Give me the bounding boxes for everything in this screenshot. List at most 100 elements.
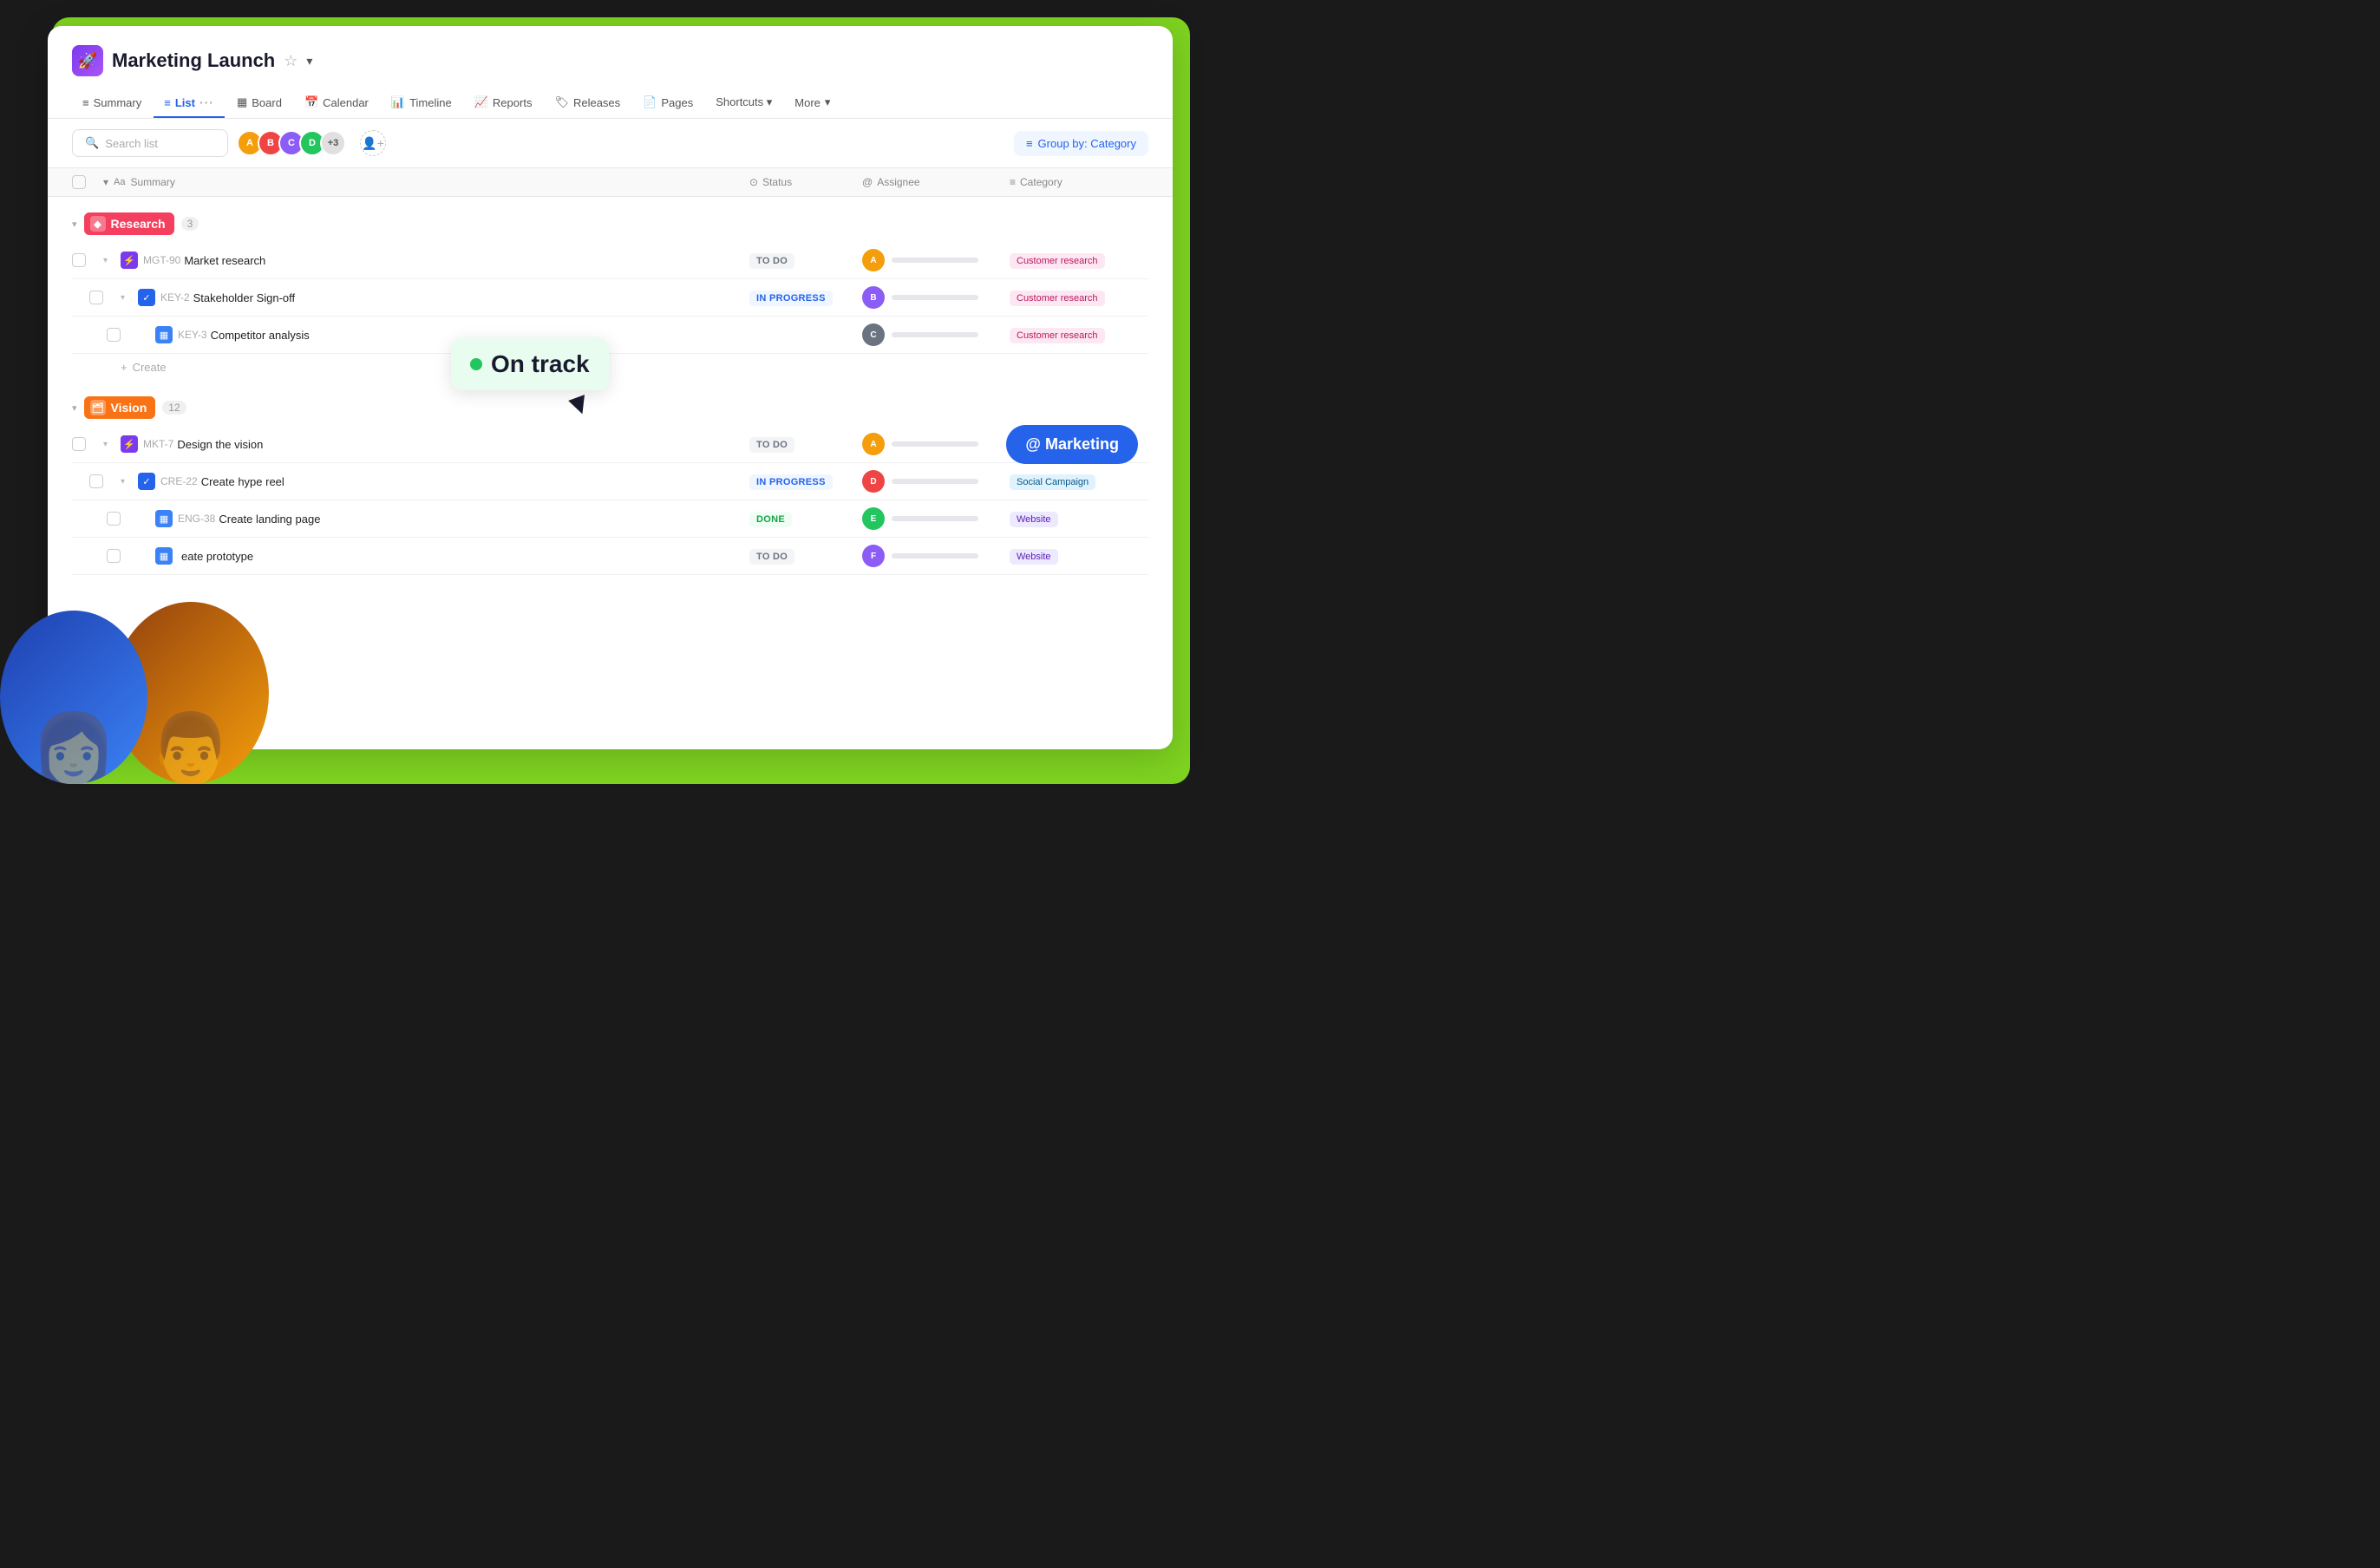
eng38-name[interactable]: Create landing page [219, 513, 749, 526]
tab-calendar[interactable]: 📅 Calendar [294, 88, 379, 118]
tab-releases[interactable]: 🏷 Releases [544, 88, 631, 118]
mkt7-status[interactable]: TO DO [749, 436, 862, 453]
task-row-cre22: ▾ ✓ CRE-22 Create hype reel IN PROGRESS … [72, 463, 1148, 500]
proto-status[interactable]: TO DO [749, 548, 862, 565]
key2-status[interactable]: IN PROGRESS [749, 290, 862, 306]
task-row-mgt90: ▾ ⚡ MGT-90 Market research TO DO A Custo… [72, 242, 1148, 279]
tab-more[interactable]: More ▾ [784, 88, 840, 118]
group-research: ▾ ◆ Research 3 ▾ ⚡ MGT-90 Market researc… [72, 209, 1148, 381]
plus-icon: + [121, 361, 128, 374]
add-person-button[interactable]: 👤+ [360, 130, 386, 156]
cre22-category[interactable]: Social Campaign [1010, 474, 1148, 490]
mkt7-name[interactable]: Design the vision [177, 438, 749, 451]
tab-board[interactable]: ▦ Board [226, 88, 292, 118]
group-vision: ▾ 🗂 Vision 12 ▾ ⚡ MKT-7 Design the visio… [72, 393, 1148, 575]
tab-pages[interactable]: 📄 Pages [632, 88, 703, 118]
eng38-checkbox[interactable] [107, 512, 121, 526]
col-category: ≡ Category [1010, 176, 1148, 188]
dropdown-chevron-icon[interactable]: ▾ [306, 54, 312, 69]
key3-assignee: C [862, 323, 1010, 346]
releases-icon: 🏷 [554, 95, 569, 109]
avatar-group: A B C D +3 [237, 130, 346, 156]
eng38-assignee: E [862, 507, 1010, 530]
star-icon[interactable]: ☆ [284, 52, 298, 70]
cre22-status[interactable]: IN PROGRESS [749, 474, 862, 490]
search-box[interactable]: 🔍 Search list [72, 129, 228, 157]
key3-checkbox[interactable] [107, 328, 121, 342]
timeline-icon: 📊 [391, 95, 405, 109]
ontrack-tooltip: On track [451, 338, 609, 390]
select-all-checkbox[interactable] [72, 175, 86, 189]
reports-icon: 📈 [474, 95, 488, 109]
proto-name[interactable]: eate prototype [181, 550, 749, 563]
tab-summary[interactable]: ≡ Summary [72, 89, 152, 118]
avatar-count[interactable]: +3 [320, 130, 346, 156]
mkt7-expand[interactable]: ▾ [103, 440, 121, 449]
research-create-button[interactable]: + Create [72, 354, 1148, 381]
group-vision-header: ▾ 🗂 Vision 12 [72, 393, 1148, 422]
group-research-header: ▾ ◆ Research 3 [72, 209, 1148, 238]
assignee-col-icon: @ [862, 176, 873, 188]
key2-name[interactable]: Stakeholder Sign-off [193, 291, 749, 304]
mgt90-icon: ⚡ [121, 252, 138, 269]
cre22-assignee: D [862, 470, 1010, 493]
tab-reports[interactable]: 📈 Reports [464, 88, 543, 118]
group-vision-badge: 🗂 Vision [84, 396, 156, 419]
key2-bar [892, 295, 978, 300]
key2-id: KEY-2 [160, 291, 190, 304]
eng38-status[interactable]: DONE [749, 511, 862, 527]
cre22-name[interactable]: Create hype reel [201, 475, 749, 488]
app-icon: 🚀 [72, 45, 103, 76]
cre22-avatar: D [862, 470, 885, 493]
proto-checkbox[interactable] [107, 549, 121, 563]
list-icon: ≡ [164, 96, 171, 109]
key3-category[interactable]: Customer research [1010, 327, 1148, 343]
aa-icon: Aa [114, 177, 125, 187]
rocket-icon: 🚀 [78, 52, 97, 70]
search-placeholder: Search list [105, 137, 158, 150]
mgt90-status[interactable]: TO DO [749, 252, 862, 269]
tab-timeline[interactable]: 📊 Timeline [381, 88, 462, 118]
tab-shortcuts[interactable]: Shortcuts ▾ [705, 88, 782, 118]
mgt90-assignee: A [862, 249, 1010, 271]
group-vision-toggle[interactable]: ▾ [72, 402, 77, 414]
research-count: 3 [181, 217, 199, 231]
mgt90-checkbox[interactable] [72, 253, 86, 267]
group-research-toggle[interactable]: ▾ [72, 219, 77, 230]
proto-avatar: F [862, 545, 885, 567]
mkt7-avatar: A [862, 433, 885, 455]
cre22-checkbox[interactable] [89, 474, 103, 488]
mgt90-name[interactable]: Market research [184, 254, 749, 267]
eng38-category[interactable]: Website [1010, 511, 1148, 527]
mgt90-expand[interactable]: ▾ [103, 256, 121, 265]
col-summary: ▾ Aa Summary [103, 176, 749, 188]
ontrack-dot [470, 358, 482, 370]
proto-icon: ▦ [155, 547, 173, 565]
task-row-prototype: ▦ eate prototype TO DO F Website [72, 538, 1148, 575]
mkt7-assignee: A [862, 433, 1010, 455]
key2-assignee: B [862, 286, 1010, 309]
search-icon: 🔍 [85, 136, 99, 150]
key2-checkbox[interactable] [89, 291, 103, 304]
eng38-avatar: E [862, 507, 885, 530]
group-by-button[interactable]: ≡ Group by: Category [1014, 131, 1148, 156]
proto-category[interactable]: Website [1010, 548, 1148, 565]
key3-icon: ▦ [155, 326, 173, 343]
tab-list[interactable]: ≡ List ··· [154, 88, 225, 118]
mgt90-category[interactable]: Customer research [1010, 252, 1148, 269]
mgt90-avatar: A [862, 249, 885, 271]
key2-category[interactable]: Customer research [1010, 290, 1148, 306]
header-top: 🚀 Marketing Launch ☆ ▾ [72, 45, 1148, 76]
group-by-icon: ≡ [1026, 137, 1033, 150]
task-row-mkt7: ▾ ⚡ MKT-7 Design the vision TO DO A Visi… [72, 426, 1148, 463]
eng38-icon: ▦ [155, 510, 173, 527]
cre22-expand[interactable]: ▾ [121, 477, 138, 487]
cre22-bar [892, 479, 978, 484]
key2-expand[interactable]: ▾ [121, 293, 138, 303]
summary-icon: ≡ [82, 96, 89, 109]
mkt7-checkbox[interactable] [72, 437, 86, 451]
key2-icon: ✓ [138, 289, 155, 306]
task-row-key2: ▾ ✓ KEY-2 Stakeholder Sign-off IN PROGRE… [72, 279, 1148, 317]
vision-count: 12 [162, 401, 186, 415]
nav-tabs: ≡ Summary ≡ List ··· ▦ Board 📅 Calendar … [72, 88, 1148, 118]
